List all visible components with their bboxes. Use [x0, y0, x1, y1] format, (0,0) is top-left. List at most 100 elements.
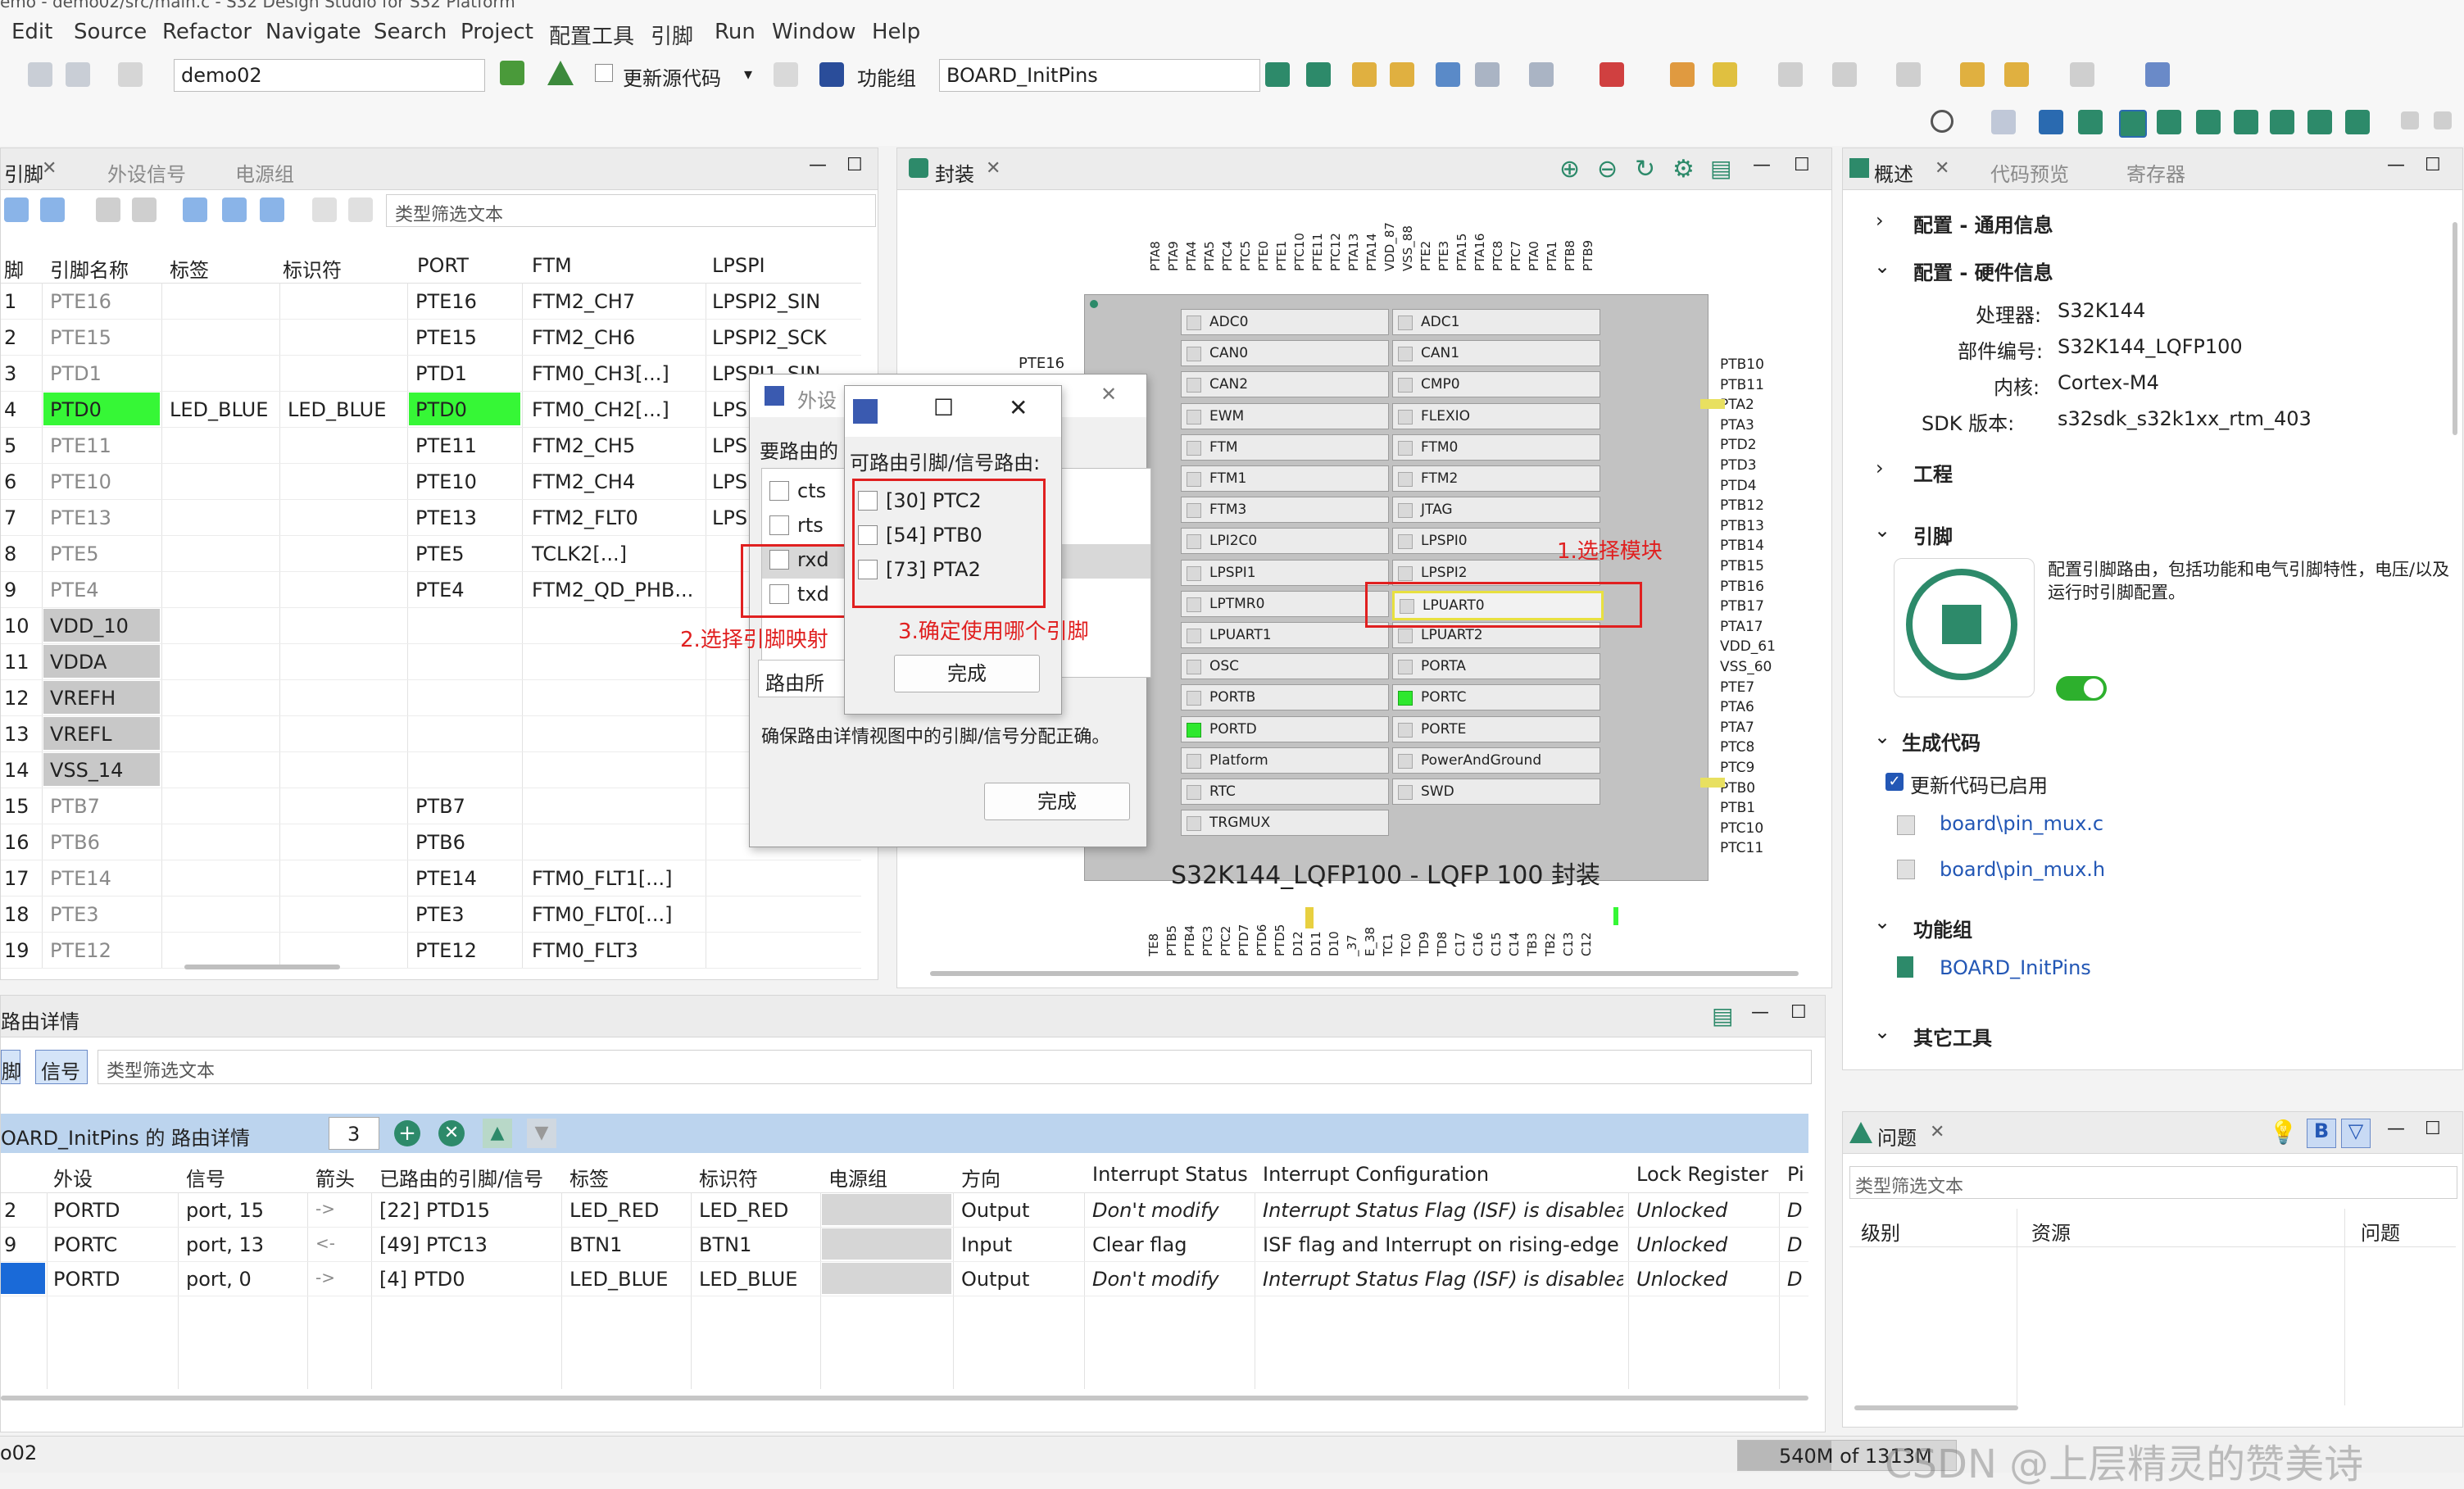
pin-port[interactable]: PTB6: [415, 831, 465, 854]
route-all-button[interactable]: 路由所: [758, 660, 850, 697]
table-row[interactable]: 1 PTE16 PTE16 FTM2_CH7 LPSPI2_SIN: [1, 283, 861, 320]
chevron-right-icon[interactable]: ›: [1876, 209, 1884, 232]
module-lpuart1[interactable]: LPUART1: [1181, 622, 1389, 648]
pin-label-top[interactable]: PTE2: [1418, 241, 1433, 271]
section-other-tools[interactable]: 其它工具: [1913, 1022, 1992, 1051]
row-label[interactable]: LED_RED: [569, 1199, 659, 1222]
pin-label-bottom[interactable]: PTC2: [1218, 926, 1233, 956]
tab-package[interactable]: 封装: [935, 158, 974, 187]
row-interrupt-status[interactable]: Don't modify: [1092, 1268, 1219, 1291]
table-row[interactable]: 19 PTE12 PTE12 FTM0_FLT3: [1, 932, 861, 969]
pin-label-top[interactable]: PTC4: [1220, 241, 1235, 271]
pin-label-right[interactable]: PTB10: [1720, 356, 1764, 373]
minimize-icon[interactable]: —: [809, 155, 827, 175]
pin-name[interactable]: PTE10: [50, 470, 111, 493]
wand-icon[interactable]: [1713, 62, 1737, 87]
save-all-icon[interactable]: [66, 62, 90, 87]
home-icon[interactable]: [500, 61, 524, 85]
signal-checkbox-cts[interactable]: [769, 481, 789, 501]
pin-name[interactable]: VDDA: [50, 651, 107, 674]
pin-label-bottom[interactable]: TD9: [1417, 932, 1432, 956]
module-swd[interactable]: SWD: [1392, 779, 1600, 805]
pin-label-right[interactable]: PTD2: [1720, 437, 1757, 453]
table-row[interactable]: 5 PTE11 PTE11 FTM2_CH5 LPSP: [1, 427, 861, 464]
maximize-icon[interactable]: ☐: [2425, 1119, 2441, 1139]
col-level[interactable]: 级别: [1861, 1217, 1900, 1246]
pin-ftm[interactable]: FTM0_FLT0[...]: [532, 903, 672, 926]
module-ftm3[interactable]: FTM3: [1181, 497, 1389, 524]
module-jtag[interactable]: JTAG: [1392, 497, 1600, 524]
pin-label-bottom[interactable]: D10: [1327, 931, 1341, 956]
pin-label-top[interactable]: PTA16: [1473, 234, 1487, 271]
table-row[interactable]: 16 PTB6 PTB6: [1, 824, 861, 860]
gen-code-checkbox[interactable]: ✓: [1885, 773, 1904, 791]
pins-filter-input[interactable]: 类型筛选文本: [386, 194, 876, 227]
file-link-pin-mux-h[interactable]: board\pin_mux.h: [1940, 858, 2105, 881]
routing-filter-input[interactable]: 类型筛选文本: [98, 1050, 1812, 1084]
pin-port[interactable]: PTE10: [415, 470, 477, 493]
table-row[interactable]: 12 VREFH: [1, 679, 861, 716]
pin-label-right[interactable]: PTC10: [1720, 820, 1763, 837]
pin-label-right[interactable]: PTA7: [1720, 720, 1754, 736]
pin-name[interactable]: PTE15: [50, 326, 111, 349]
signal-checkbox-rts[interactable]: [769, 515, 789, 535]
pin-label-top[interactable]: VDD_87: [1382, 222, 1397, 271]
row-identifier[interactable]: LED_BLUE: [699, 1268, 797, 1291]
module-flexio[interactable]: FLEXIO: [1392, 402, 1600, 429]
close-icon[interactable]: ✕: [42, 158, 57, 179]
pin-label-right[interactable]: PTB0: [1720, 780, 1755, 797]
pin-name[interactable]: PTB7: [50, 795, 100, 818]
pins-tool-card[interactable]: [1894, 558, 2035, 697]
col-ftm[interactable]: FTM: [532, 254, 572, 277]
menu-window[interactable]: Window: [772, 20, 856, 44]
table-row[interactable]: 6 PTE10 PTE10 FTM2_CH4 LPSP: [1, 463, 861, 500]
power-group-cell[interactable]: [822, 1263, 951, 1294]
pin-label-top[interactable]: PTC7: [1509, 241, 1523, 271]
pin-label-top[interactable]: PTE0: [1256, 241, 1271, 271]
pin-label-top[interactable]: PTC8: [1491, 241, 1505, 271]
pin-label-bottom[interactable]: D11: [1309, 931, 1323, 956]
pin-label-right[interactable]: PTB12: [1720, 497, 1764, 514]
cpp-perspective-icon[interactable]: [2039, 110, 2063, 134]
problems-filter-input[interactable]: 类型筛选文本: [1849, 1166, 2457, 1199]
signal-cts[interactable]: cts: [797, 479, 826, 502]
col-signal[interactable]: 信号: [186, 1163, 225, 1192]
menu-refactor[interactable]: Refactor: [162, 20, 252, 44]
table-row[interactable]: 7 PTE13 PTE13 FTM2_FLT0 LPSP: [1, 499, 861, 536]
close-icon[interactable]: ✕: [986, 158, 1001, 179]
row-direction[interactable]: Output: [961, 1199, 1029, 1222]
row-pi[interactable]: D: [1787, 1233, 1802, 1256]
debug-perspective-icon[interactable]: [2078, 110, 2103, 134]
function-group-icon[interactable]: [819, 62, 844, 87]
module-portb[interactable]: PORTB: [1181, 684, 1389, 711]
module-porta[interactable]: PORTA: [1392, 653, 1600, 680]
table-row[interactable]: 17 PTE14 PTE14 FTM0_FLT1[...]: [1, 860, 861, 897]
pin-ftm[interactable]: FTM0_FLT1[...]: [532, 867, 672, 890]
pins-perspective-icon[interactable]: [2119, 110, 2147, 138]
row-interrupt-config[interactable]: Interrupt Status Flag (ISF) is disablea: [1263, 1268, 1623, 1291]
tab-power-groups[interactable]: 电源组: [235, 158, 294, 187]
project-icon[interactable]: [118, 62, 143, 87]
ddr-perspective-icon[interactable]: [2270, 110, 2294, 134]
section-hardware[interactable]: 配置 - 硬件信息: [1913, 256, 2053, 285]
col-pi[interactable]: Pi: [1787, 1163, 1804, 1186]
pin-ftm[interactable]: FTM0_CH3[...]: [532, 362, 669, 385]
col-pin-name[interactable]: 引脚名称: [50, 254, 129, 283]
pin-ftm[interactable]: FTM0_CH2[...]: [532, 398, 669, 421]
col-num[interactable]: 脚: [4, 254, 24, 283]
pin-label-right[interactable]: PTA17: [1720, 619, 1763, 635]
row-direction[interactable]: Output: [961, 1268, 1029, 1291]
col-identifier[interactable]: 标识符: [699, 1163, 758, 1192]
update-code-checkbox[interactable]: [595, 64, 613, 82]
module-ewm[interactable]: EWM: [1181, 402, 1389, 429]
route-prev-icon[interactable]: [260, 197, 284, 222]
expand-icon[interactable]: [4, 197, 29, 222]
pin-label-right[interactable]: PTC11: [1720, 840, 1763, 856]
section-project[interactable]: 工程: [1913, 458, 1953, 487]
redo-icon[interactable]: [1390, 62, 1414, 87]
tab-code-preview[interactable]: 代码预览: [1990, 158, 2069, 187]
row-lock-register[interactable]: Unlocked: [1636, 1268, 1727, 1291]
pin-label-right[interactable]: PTD3: [1720, 457, 1757, 474]
module-adc0[interactable]: ADC0: [1181, 309, 1389, 335]
table-row[interactable]: 8 PTE5 PTE5 TCLK2[...]: [1, 535, 861, 572]
